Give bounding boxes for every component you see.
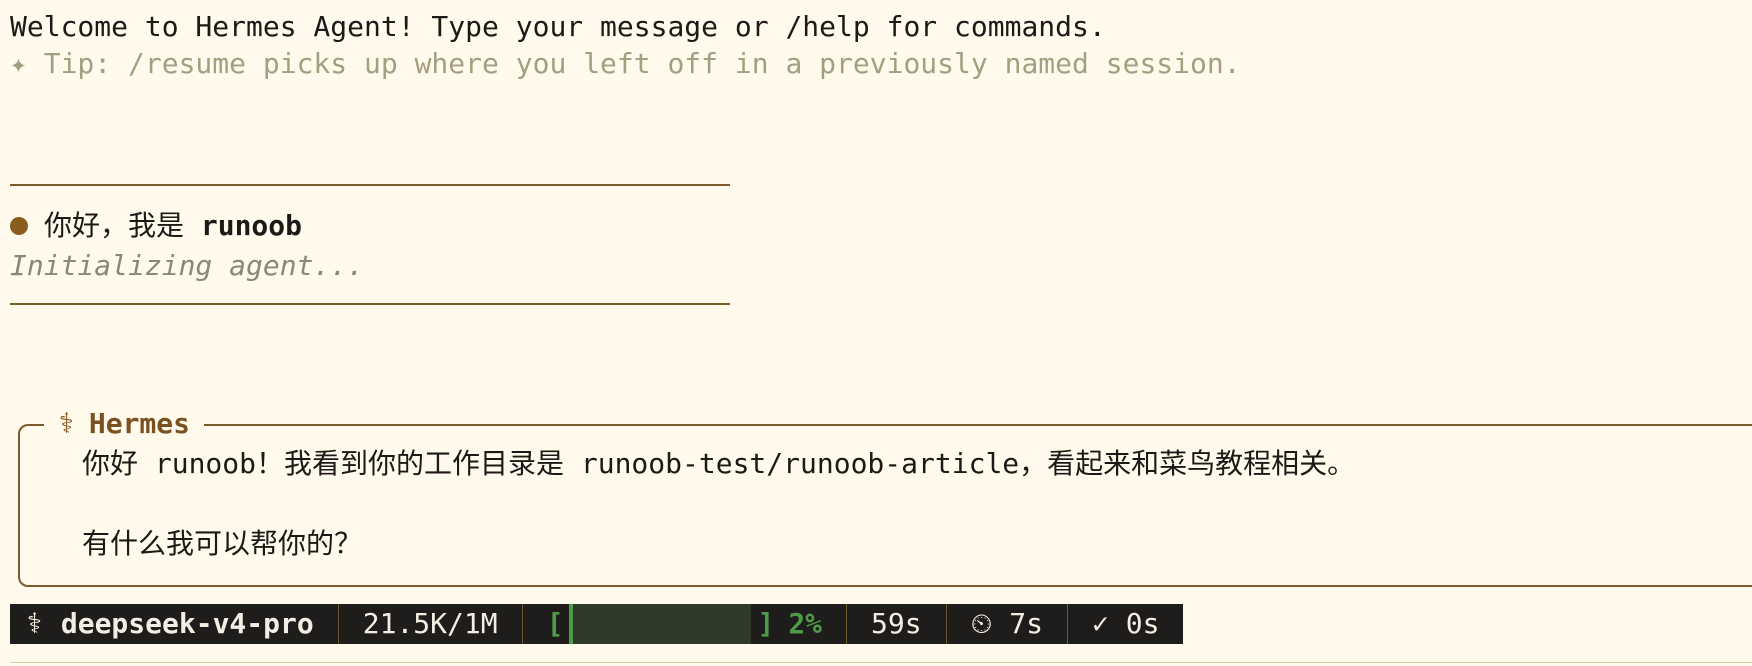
timer-segment: ⏲ 7s (947, 604, 1069, 644)
progress-track (569, 604, 752, 644)
status-bar: ⚕ deepseek-v4-pro 21.5K/1M [] 2% 59s ⏲ 7s … (10, 604, 1184, 644)
progress-percent: 2% (788, 607, 823, 640)
model-segment: ⚕ deepseek-v4-pro (10, 604, 339, 644)
elapsed-time: 59s (847, 604, 947, 644)
welcome-message: Welcome to Hermes Agent! Type your messa… (10, 10, 1106, 43)
progress-fill (569, 604, 574, 644)
input-divider-top (10, 184, 730, 186)
caduceus-icon: ⚕ (26, 607, 43, 640)
user-name: runoob (200, 209, 303, 242)
done-segment: ✓ 0s (1092, 607, 1160, 640)
progress-open-bracket: [ (546, 607, 564, 640)
context-progress: [] 2% (523, 604, 848, 644)
status-initializing: Initializing agent... (10, 249, 365, 282)
bottom-divider (10, 662, 1752, 663)
bullet-icon (10, 217, 28, 235)
caduceus-icon: ⚕ (58, 407, 75, 440)
user-message: 你好，我是 runoob (10, 208, 302, 244)
response-line-2: 有什么我可以帮你的？ (82, 527, 363, 560)
tip-message: ✦ Tip: /resume picks up where you left o… (10, 47, 1241, 80)
user-message-text: 你好，我是 (44, 209, 201, 242)
hermes-response-panel: ⚕ Hermes 你好 runoob！我看到你的工作目录是 runoob-test… (18, 404, 1752, 587)
panel-title: ⚕ Hermes (44, 404, 205, 444)
input-divider-bottom (10, 303, 730, 305)
model-name: deepseek-v4-pro (60, 607, 314, 640)
token-usage: 21.5K/1M (339, 604, 523, 644)
response-line-1: 你好 runoob！我看到你的工作目录是 runoob-test/runoob-… (82, 447, 1356, 480)
panel-title-label: Hermes (88, 407, 191, 440)
progress-close-bracket: ] (757, 607, 775, 640)
